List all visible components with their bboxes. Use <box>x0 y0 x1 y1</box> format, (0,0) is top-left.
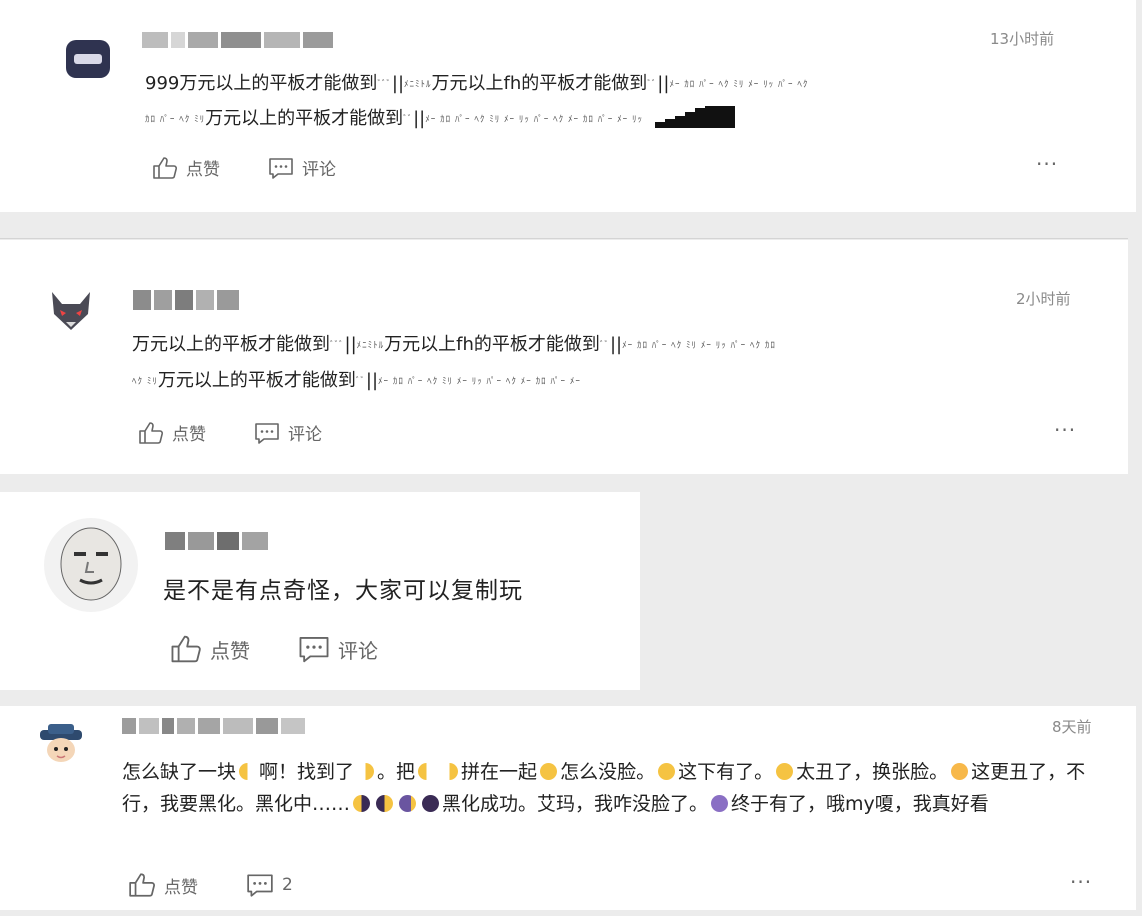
like-button[interactable]: 点赞 <box>138 420 206 445</box>
comment-time: 8天前 <box>1052 718 1092 736</box>
new-moon-emoji <box>422 795 440 812</box>
new-moon-face-emoji <box>711 795 729 812</box>
like-label: 点赞 <box>210 638 250 663</box>
comment-label: 评论 <box>302 160 336 180</box>
waning-moon-emoji <box>353 795 371 812</box>
more-options-icon[interactable]: ··· <box>1054 418 1076 442</box>
username-blurred[interactable] <box>133 290 253 310</box>
comment-card-1: 13小时前 999万元以上的平板才能做到ﾞﾞﾞ||ﾒﾆﾐﾄﾙ万元以上fh的平板才… <box>0 0 1136 212</box>
comment-icon <box>247 874 273 897</box>
moon-face-emoji <box>658 763 676 780</box>
sun-face-emoji <box>951 763 969 780</box>
divider <box>0 238 1128 239</box>
user-avatar[interactable] <box>48 288 94 334</box>
moon-crescent-left-emoji <box>239 763 257 780</box>
user-avatar[interactable] <box>44 518 138 612</box>
like-label: 点赞 <box>164 877 198 898</box>
comment-text: 是不是有点奇怪，大家可以复制玩 <box>163 578 523 604</box>
comment-text-line2: ｶﾛ ﾊﾟｰ ﾍｸ ﾐﾘ万元以上的平板才能做到ﾞﾞ||ﾒｰ ｶﾛ ﾊﾟｰ ﾍｸ … <box>145 102 735 137</box>
comment-icon <box>299 637 329 663</box>
comment-label: 评论 <box>338 638 378 663</box>
signal-bars-glyph <box>654 106 735 129</box>
full-moon-emoji <box>540 763 558 780</box>
moon-crescent-right-emoji <box>357 763 375 780</box>
comment-card-2: 2小时前 万元以上的平板才能做到ﾞﾞﾞ||ﾒﾆﾐﾄﾙ万元以上fh的平板才能做到ﾞ… <box>0 240 1128 474</box>
comment-icon <box>269 157 293 179</box>
comment-actions: 点赞 评论 <box>138 420 370 445</box>
comment-label: 评论 <box>288 425 322 445</box>
comment-text: 999万元以上的平板才能做到ﾞﾞﾞ||ﾒﾆﾐﾄﾙ万元以上fh的平板才能做到ﾞﾞ|… <box>145 73 809 94</box>
thumbs-up-icon <box>153 156 178 179</box>
more-options-icon[interactable]: ··· <box>1070 870 1092 894</box>
like-button[interactable]: 点赞 <box>128 872 198 898</box>
comment-actions: 点赞 评论 <box>170 634 426 664</box>
comment-button[interactable]: 评论 <box>298 634 378 664</box>
moon-crescent-right-emoji <box>441 763 459 780</box>
user-avatar[interactable] <box>34 720 88 766</box>
comment-icon <box>255 422 279 444</box>
comment-time: 2小时前 <box>1016 290 1071 308</box>
like-label: 点赞 <box>186 160 220 180</box>
cartoon-avatar-icon <box>40 724 82 762</box>
username-blurred[interactable] <box>142 32 372 48</box>
username-blurred[interactable] <box>122 718 362 734</box>
face-meme-icon <box>60 527 122 601</box>
comment-count: 2 <box>282 875 293 895</box>
comment-text-line2: ﾍｸ ﾐﾘ万元以上的平板才能做到ﾞﾞ||ﾒｰ ｶﾛ ﾊﾟｰ ﾍｸ ﾐﾘ ﾒｰ ﾘ… <box>132 370 581 391</box>
comment-card-4: 8天前 怎么缺了一块 啊！找到了 。把 拼在一起 怎么没脸。 这下有了。 太丑了，换张脸。这… <box>0 706 1136 910</box>
moon-face-emoji <box>776 763 794 780</box>
comment-time: 13小时前 <box>990 30 1055 48</box>
comment-actions: 点赞 评论 <box>152 155 384 180</box>
like-button[interactable]: 点赞 <box>152 155 220 180</box>
comment-text: 怎么缺了一块 啊！找到了 。把 拼在一起 怎么没脸。 这下有了。 太丑了，换张脸。 这更丑了，… <box>122 761 1086 815</box>
comment-button[interactable]: 2 <box>246 872 293 898</box>
comment-actions: 点赞 2 <box>128 872 341 898</box>
moon-crescent-left-emoji <box>418 763 436 780</box>
last-quarter-moon-emoji <box>376 795 394 812</box>
thumbs-up-icon <box>129 873 155 897</box>
thumbs-up-icon <box>171 635 201 663</box>
comment-card-3: 是不是有点奇怪，大家可以复制玩 点赞 评论 <box>0 492 640 690</box>
comment-text: 万元以上的平板才能做到ﾞﾞﾞ||ﾒﾆﾐﾄﾙ万元以上fh的平板才能做到ﾞﾞ||ﾒｰ… <box>132 334 776 355</box>
waning-crescent-moon-emoji <box>399 795 417 812</box>
more-options-icon[interactable]: ··· <box>1036 152 1058 176</box>
comment-button[interactable]: 评论 <box>268 155 336 180</box>
username-blurred[interactable] <box>165 532 275 550</box>
wolf-avatar-icon <box>52 292 90 330</box>
like-button[interactable]: 点赞 <box>170 634 250 664</box>
thumbs-up-icon <box>139 421 164 444</box>
comment-button[interactable]: 评论 <box>254 420 322 445</box>
like-label: 点赞 <box>172 425 206 445</box>
user-avatar[interactable] <box>66 40 110 78</box>
